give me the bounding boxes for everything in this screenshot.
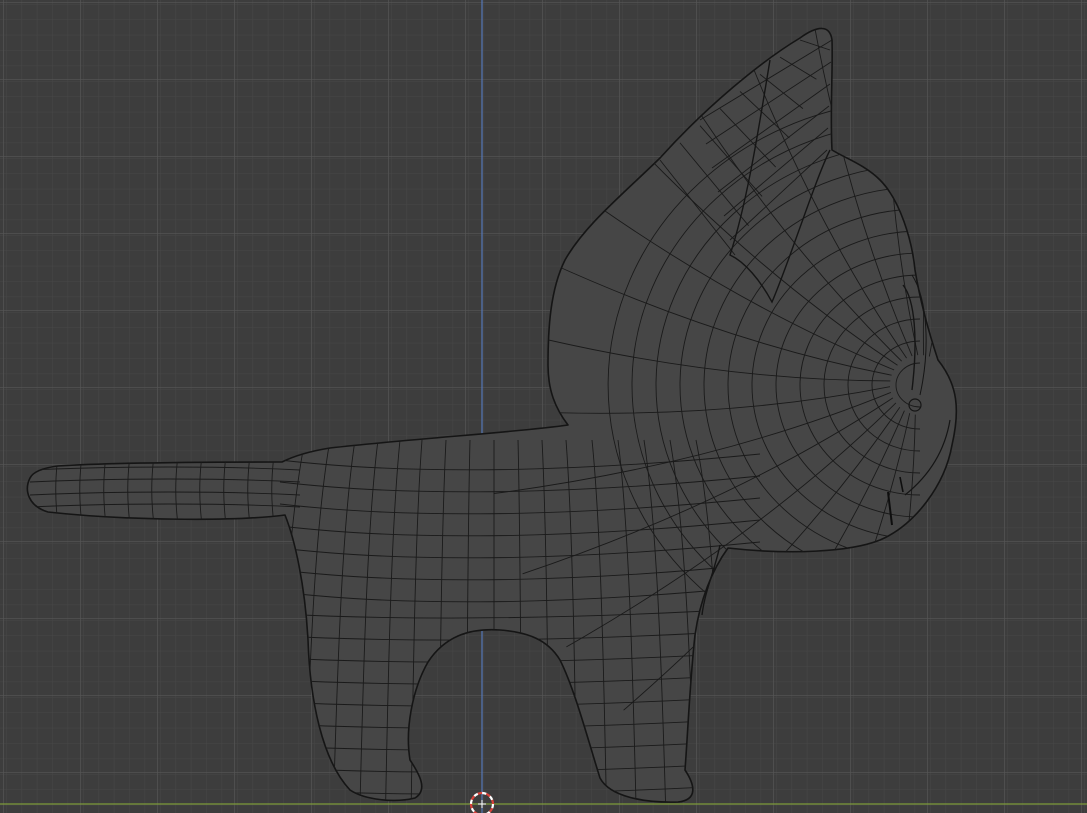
3d-viewport[interactable]: [0, 0, 1087, 813]
